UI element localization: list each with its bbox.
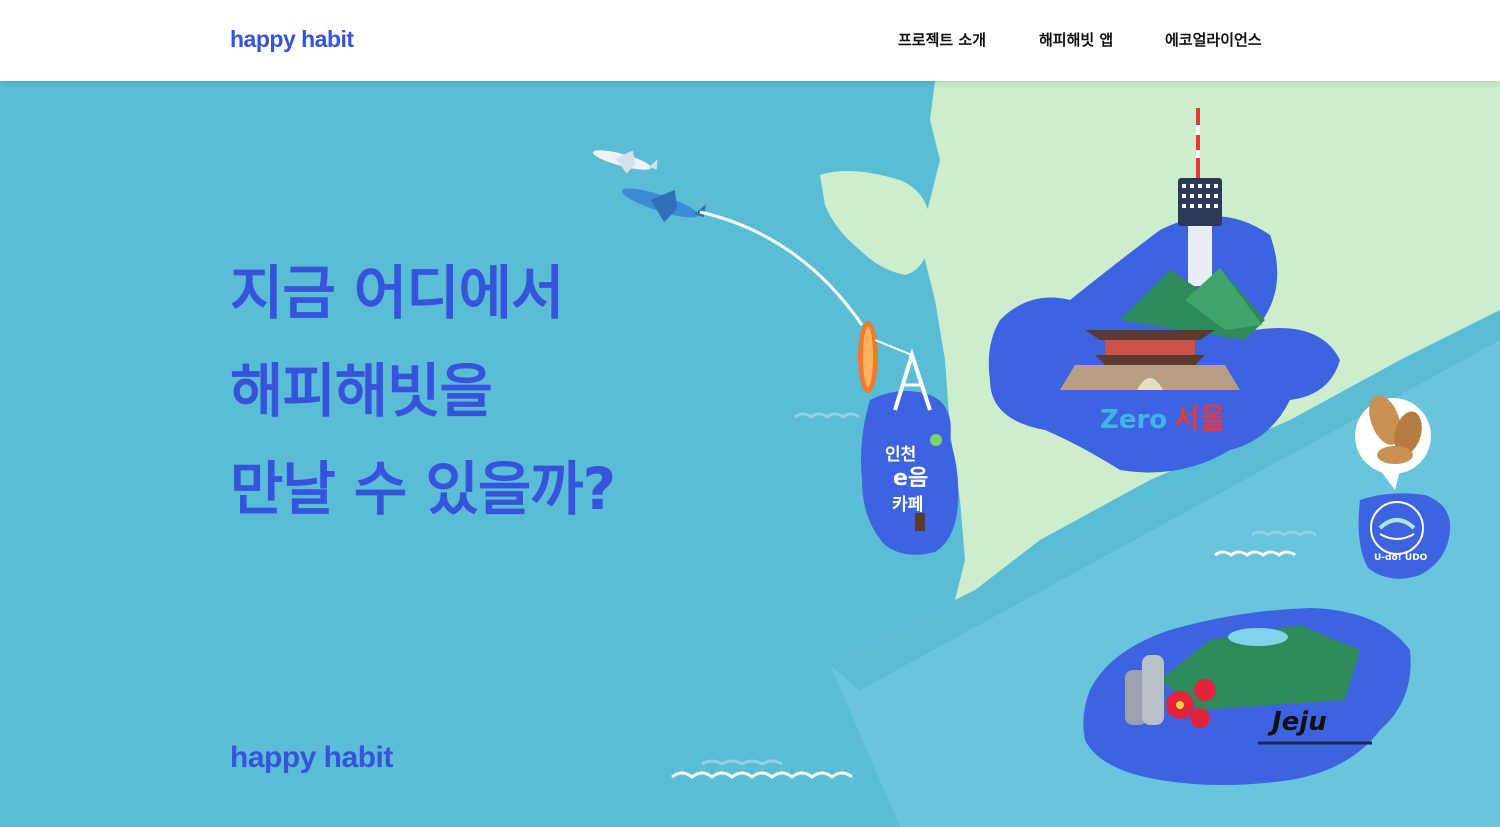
headline-line-1: 지금 어디에서 <box>230 259 564 327</box>
headline-line-3: 만날 수 있을까? <box>230 455 616 523</box>
nav-item-project-intro[interactable]: 프로젝트 소개 <box>898 29 986 50</box>
footer-logo[interactable]: happy habit <box>230 741 393 775</box>
main-nav: 프로젝트 소개 해피해빗 앱 에코얼라이언스 <box>0 29 1500 53</box>
headline-line-2: 해피해빗을 <box>230 357 493 425</box>
incheon-label-line3: 카페 <box>892 495 923 515</box>
seoul-city-label: 서울 <box>1174 402 1226 435</box>
recycle-icon <box>930 434 942 446</box>
nav-item-eco-alliance[interactable]: 에코얼라이언스 <box>1165 29 1262 50</box>
incheon-label-line2: e음 <box>893 466 928 491</box>
incheon-tree-icon <box>915 513 925 531</box>
nav-item-happyhabit-app[interactable]: 해피해빗 앱 <box>1039 29 1113 50</box>
hero-headline: 지금 어디에서 해피해빗을 만날 수 있을까? <box>230 244 616 538</box>
udo-label: U-do! UDO <box>1374 553 1428 563</box>
jeju-label: Jeju <box>1267 707 1327 737</box>
hero-section: Zero 서울 인천 e음 카페 U-do! UDO Jeju 지금 어디에서 … <box>0 81 1500 827</box>
map-illustration: Zero 서울 인천 e음 카페 U-do! UDO Jeju <box>0 81 1500 827</box>
site-header: happy habit 프로젝트 소개 해피해빗 앱 에코얼라이언스 <box>0 0 1500 81</box>
seoul-zero-label: Zero <box>1100 405 1167 435</box>
incheon-label-line1: 인천 <box>885 445 916 465</box>
udo-logo-icon <box>1370 501 1424 555</box>
